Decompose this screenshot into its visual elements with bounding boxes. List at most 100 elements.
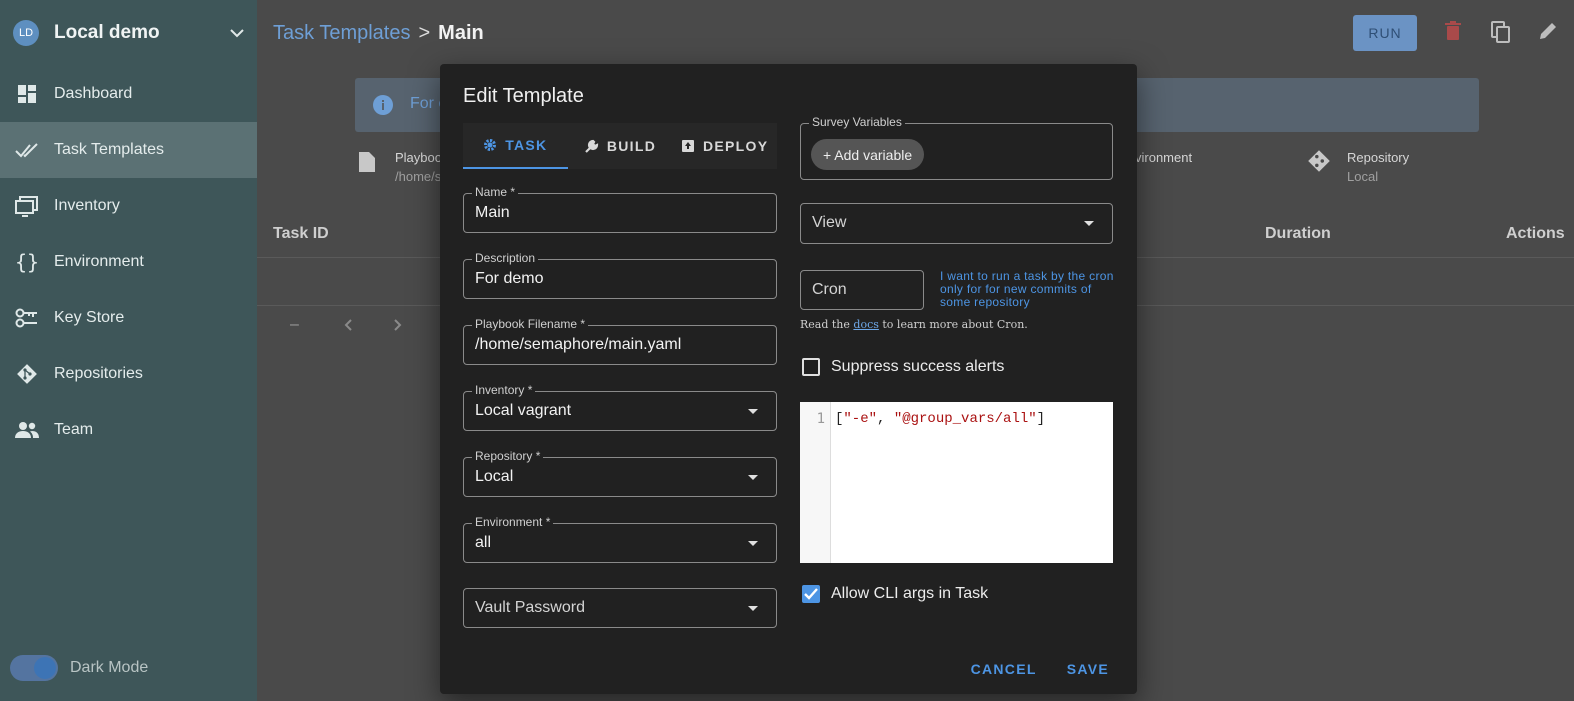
field-placeholder: Cron	[812, 281, 847, 298]
sidebar-item-team[interactable]: Team	[0, 402, 257, 458]
playbook-field[interactable]: Playbook Filename * /home/semaphore/main…	[463, 317, 777, 365]
checkbox-label: Suppress success alerts	[831, 358, 1005, 375]
repository-select[interactable]: Repository * Local	[463, 449, 777, 497]
sidebar-item-environment[interactable]: {} Environment	[0, 234, 257, 290]
code-string: "@group_vars/all"	[893, 411, 1037, 427]
info-value: Local	[1347, 169, 1379, 184]
gear-icon	[484, 139, 497, 151]
sidebar-item-label: Dashboard	[54, 85, 133, 102]
docs-link[interactable]: docs	[853, 318, 878, 331]
avatar: LD	[13, 20, 39, 46]
sidebar-item-task-templates[interactable]: Task Templates	[0, 122, 257, 178]
info-label: vironment	[1135, 150, 1193, 165]
cli-args-editor[interactable]: 1 ["-e", "@group_vars/all"]	[800, 402, 1113, 563]
dialog-title: Edit Template	[463, 85, 584, 107]
dark-mode-label: Dark Mode	[70, 659, 149, 676]
field-placeholder: View	[812, 214, 847, 231]
description-field[interactable]: Description For demo	[463, 251, 777, 299]
sidebar-item-label: Repositories	[54, 365, 143, 382]
breadcrumb-link[interactable]: Task Templates	[273, 22, 410, 45]
info-repository: Repository Local	[1347, 150, 1409, 184]
field-value: Local	[475, 468, 514, 485]
docs-suffix: to learn more about Cron.	[878, 318, 1028, 331]
suppress-alerts-checkbox[interactable]: Suppress success alerts	[802, 358, 1004, 376]
sidebar-item-label: Key Store	[54, 309, 125, 326]
checkbox-label: Allow CLI args in Task	[831, 585, 989, 602]
view-select[interactable]: View	[800, 203, 1113, 244]
cron-repository-link[interactable]: I want to run a task by the cron only fo…	[940, 270, 1120, 309]
cron-input[interactable]: Cron	[800, 270, 924, 310]
save-button[interactable]: SAVE	[1067, 661, 1109, 677]
wrench-icon	[585, 139, 598, 153]
inventory-select[interactable]: Inventory * Local vagrant	[463, 383, 777, 431]
cron-docs-text: Read the docs to learn more about Cron.	[800, 318, 1028, 331]
code-string: "-e"	[843, 411, 878, 427]
sidebar-item-label: Team	[54, 421, 94, 438]
edit-icon[interactable]	[1538, 21, 1558, 46]
page-title: Main	[438, 21, 484, 44]
info-icon	[373, 95, 393, 120]
info-label: Repository	[1347, 150, 1410, 165]
allow-cli-args-checkbox[interactable]: Allow CLI args in Task	[802, 585, 988, 603]
field-value: /home/semaphore/main.yaml	[475, 336, 682, 353]
braces-icon: {}	[14, 250, 40, 274]
column-duration[interactable]: Duration	[1265, 225, 1331, 243]
checkbox-checked-icon[interactable]	[802, 585, 820, 603]
dropdown-arrow-icon	[1084, 221, 1094, 226]
sidebar-item-label: Inventory	[54, 197, 120, 214]
field-label: Environment *	[472, 515, 554, 529]
sidebar-item-dashboard[interactable]: Dashboard	[0, 66, 257, 122]
field-placeholder: Vault Password	[475, 599, 585, 616]
add-variable-button[interactable]: + Add variable	[811, 139, 925, 170]
checkbox-unchecked-icon[interactable]	[802, 358, 820, 376]
project-switcher[interactable]: LD Local demo	[0, 0, 257, 66]
chevron-right-icon[interactable]	[394, 318, 402, 336]
line-number: 1	[816, 411, 825, 427]
field-label: Inventory *	[472, 383, 536, 397]
playbook-icon	[357, 150, 377, 179]
dropdown-arrow-icon	[748, 475, 758, 480]
tab-label: TASK	[505, 137, 548, 153]
tab-label: DEPLOY	[702, 138, 769, 154]
dropdown-arrow-icon	[748, 541, 758, 546]
vault-password-select[interactable]: Vault Password	[463, 588, 777, 628]
edit-template-dialog: Edit Template TASK BUILD DEPLOY Name * M…	[440, 64, 1137, 694]
field-label: Repository *	[472, 449, 544, 463]
name-field[interactable]: Name * Main	[463, 185, 777, 233]
tab-task[interactable]: TASK	[463, 123, 568, 169]
git-icon	[1307, 149, 1331, 178]
environment-select[interactable]: Environment * all	[463, 515, 777, 563]
monitor-icon	[14, 194, 40, 218]
column-actions: Actions	[1506, 225, 1565, 242]
field-value: Local vagrant	[475, 402, 572, 419]
dark-mode-switch[interactable]	[10, 655, 58, 681]
done-all-icon	[14, 138, 40, 162]
template-tabs: TASK BUILD DEPLOY	[463, 123, 777, 169]
editor-code[interactable]: ["-e", "@group_vars/all"]	[835, 411, 1045, 427]
sidebar-item-label: Environment	[54, 253, 144, 270]
code-bracket: ]	[1036, 411, 1046, 427]
sidebar-item-label: Task Templates	[54, 141, 164, 158]
sidebar-item-key-store[interactable]: Key Store	[0, 290, 257, 346]
cancel-button[interactable]: CANCEL	[971, 661, 1037, 677]
dark-mode-toggle[interactable]: Dark Mode	[10, 655, 148, 681]
sidebar-item-inventory[interactable]: Inventory	[0, 178, 257, 234]
git-icon	[14, 362, 40, 386]
field-value: For demo	[475, 270, 544, 287]
tab-build[interactable]: BUILD	[568, 123, 673, 169]
dropdown-arrow-icon	[748, 409, 758, 414]
field-label: Survey Variables	[809, 115, 905, 129]
delete-icon[interactable]	[1445, 21, 1461, 46]
copy-icon[interactable]	[1491, 21, 1511, 48]
chevron-down-icon[interactable]	[217, 28, 257, 38]
pager-dash: –	[290, 316, 299, 333]
team-icon	[14, 418, 40, 442]
survey-variables: Survey Variables + Add variable	[800, 115, 1113, 180]
dropdown-arrow-icon	[748, 606, 758, 611]
chevron-left-icon[interactable]	[344, 318, 352, 336]
run-button[interactable]: RUN	[1353, 15, 1417, 51]
tab-deploy[interactable]: DEPLOY	[672, 123, 777, 169]
field-label: Playbook Filename *	[472, 317, 589, 331]
sidebar-item-repositories[interactable]: Repositories	[0, 346, 257, 402]
column-task-id[interactable]: Task ID	[273, 225, 329, 243]
